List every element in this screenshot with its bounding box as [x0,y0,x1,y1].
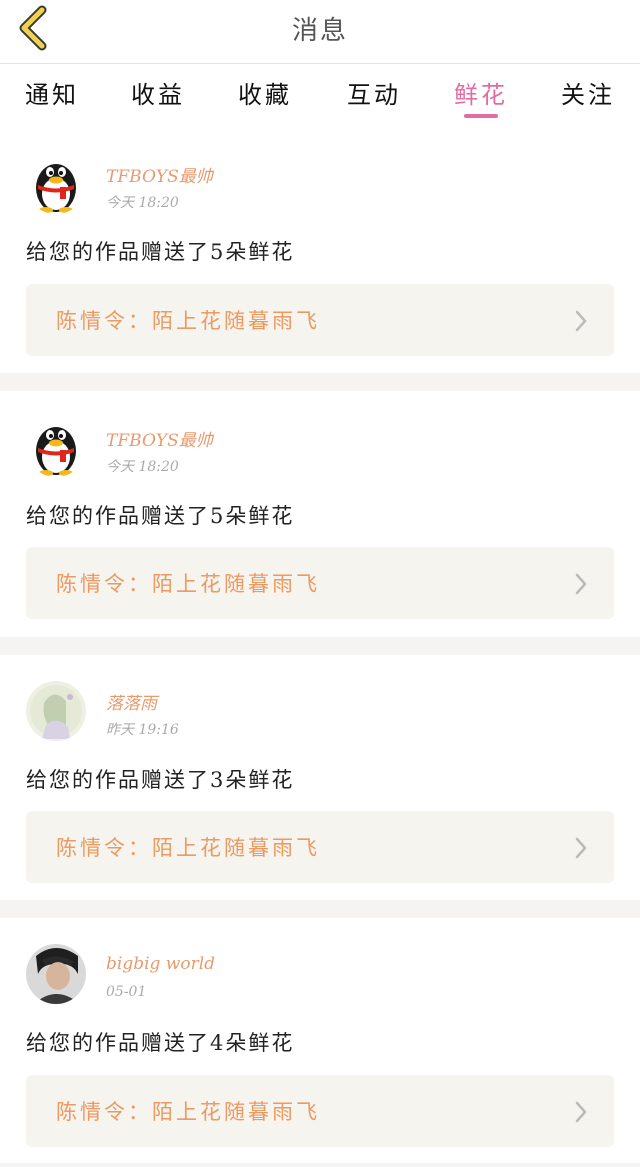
avatar[interactable] [26,417,86,477]
username[interactable]: bigbig world [106,954,215,974]
page-title: 消息 [291,16,348,46]
penguin-avatar-icon [36,164,76,213]
username[interactable]: 落落雨 [106,689,157,714]
work-reference-link[interactable]: 陈情令：陌上花随暮雨飞 [26,284,614,356]
chevron-right-icon [575,310,587,332]
illustration-avatar-icon [26,681,86,741]
message-content: 给您的作品赠送了5朵鲜花 [26,240,295,264]
tab-bar: 通知 收益 收藏 互动 鲜花 关注 [0,65,640,123]
message-content: 给您的作品赠送了5朵鲜花 [26,504,295,528]
separator [0,637,640,655]
avatar[interactable] [26,944,86,1004]
username[interactable]: TFBOYS最帅 [106,162,213,187]
photo-avatar-icon [26,944,86,1004]
work-reference-link[interactable]: 陈情令：陌上花随暮雨飞 [26,811,614,883]
message-card: 落落雨 昨天 19:16 给您的作品赠送了3朵鲜花 陈情令：陌上花随暮雨飞 [0,655,640,900]
separator [0,900,640,918]
chevron-right-icon [575,837,587,859]
active-tab-indicator [464,114,498,118]
tab-earnings[interactable]: 收益 [118,75,198,110]
message-card: TFBOYS最帅 今天 18:20 给您的作品赠送了5朵鲜花 陈情令：陌上花随暮… [0,128,640,373]
message-card: TFBOYS最帅 今天 18:20 给您的作品赠送了5朵鲜花 陈情令：陌上花随暮… [0,391,640,636]
username[interactable]: TFBOYS最帅 [106,426,213,451]
message-time: 昨天 19:16 [106,722,179,738]
message-content: 给您的作品赠送了4朵鲜花 [26,1031,295,1055]
chevron-right-icon [575,1101,587,1123]
message-time: 05-01 [106,984,147,1000]
chevron-right-icon [575,573,587,595]
work-title: 陈情令：陌上花随暮雨飞 [56,309,320,333]
tab-favorites[interactable]: 收藏 [225,75,305,110]
message-time: 今天 18:20 [106,195,179,211]
separator [0,373,640,391]
penguin-avatar-icon [36,427,76,476]
avatar[interactable] [26,154,86,214]
header-bar: 消息 [0,0,640,64]
avatar[interactable] [26,681,86,741]
tab-follow[interactable]: 关注 [548,75,628,110]
separator [0,1163,640,1167]
message-time: 今天 18:20 [106,459,179,475]
tab-interaction[interactable]: 互动 [334,75,414,110]
work-title: 陈情令：陌上花随暮雨飞 [56,836,320,860]
work-reference-link[interactable]: 陈情令：陌上花随暮雨飞 [26,1075,614,1147]
message-card: bigbig world 05-01 给您的作品赠送了4朵鲜花 陈情令：陌上花随… [0,918,640,1163]
work-reference-link[interactable]: 陈情令：陌上花随暮雨飞 [26,547,614,619]
tab-notification[interactable]: 通知 [12,75,92,110]
work-title: 陈情令：陌上花随暮雨飞 [56,1100,320,1124]
tab-flowers[interactable]: 鲜花 [441,75,521,110]
message-content: 给您的作品赠送了3朵鲜花 [26,768,295,792]
work-title: 陈情令：陌上花随暮雨飞 [56,572,320,596]
